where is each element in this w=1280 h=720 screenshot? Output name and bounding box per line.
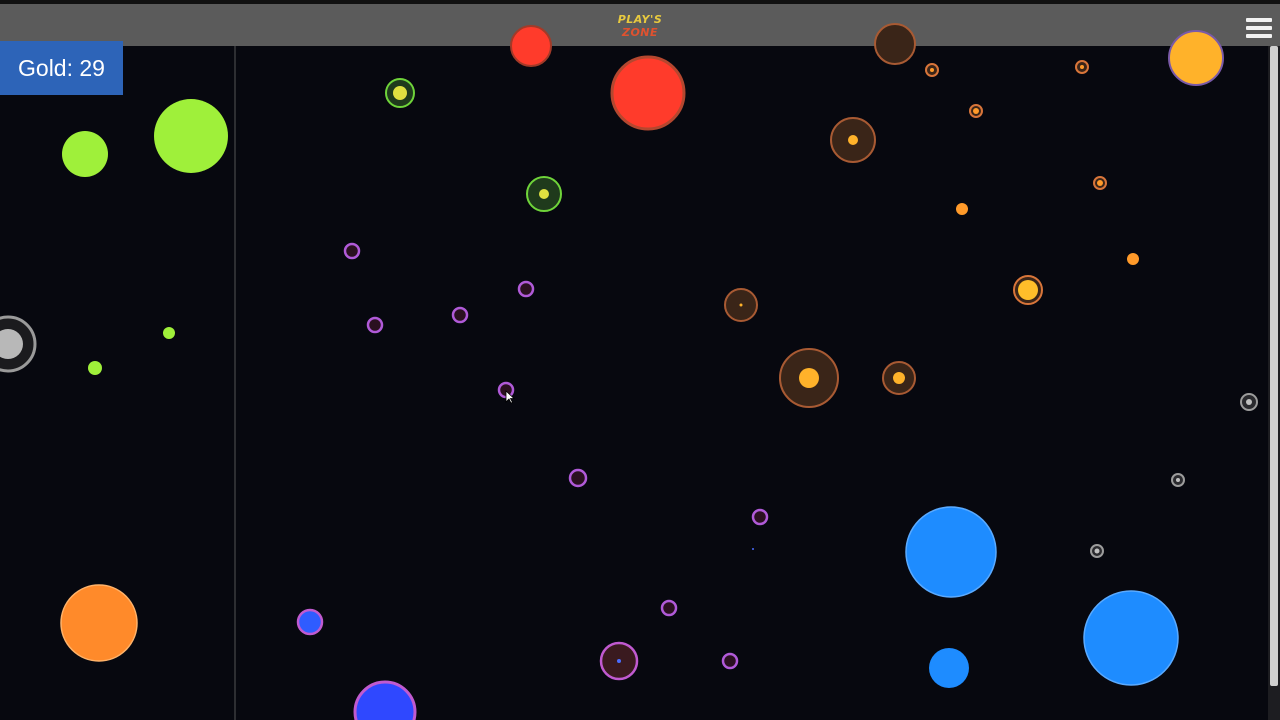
purple-ring-core <box>617 659 621 663</box>
red-cell <box>610 55 686 131</box>
purple-ring-food <box>660 599 678 617</box>
red-cell <box>510 25 552 67</box>
brown-ring-core <box>799 368 819 388</box>
green-food <box>88 361 102 375</box>
brown-ring-core <box>1018 280 1038 300</box>
brown-ring-cell <box>874 23 916 65</box>
brown-ring-core <box>893 372 905 384</box>
gray-food-dot <box>1176 478 1180 482</box>
blue-cell <box>1083 590 1179 686</box>
yellow-orange-cell <box>1168 30 1224 86</box>
green-ring-core <box>393 86 407 100</box>
blue-purple-cell <box>296 608 324 636</box>
purple-ring-food <box>343 242 361 260</box>
purple-ring-food <box>517 280 535 298</box>
orange-food <box>956 203 968 215</box>
green-food <box>163 327 175 339</box>
gray-food-dot <box>1246 399 1252 405</box>
purple-ring-food <box>366 316 384 334</box>
gold-counter: Gold: 29 <box>0 41 123 95</box>
green-cell <box>154 99 228 173</box>
purple-ring-food <box>721 652 739 670</box>
blue-purple-cell <box>353 680 417 720</box>
orange-cell <box>60 584 138 662</box>
orange-food-dot <box>1097 180 1103 186</box>
game-field[interactable] <box>0 0 1280 720</box>
blue-cell <box>929 648 969 688</box>
blue-cell <box>905 506 997 598</box>
scrollbar[interactable] <box>1268 46 1280 720</box>
purple-ring-food <box>451 306 469 324</box>
orange-food-dot <box>930 68 934 72</box>
orange-food-dot <box>973 108 979 114</box>
gray-food-dot <box>1094 548 1100 554</box>
mouse-pointer-icon <box>505 390 515 404</box>
brown-ring-core <box>739 303 743 307</box>
purple-ring-food <box>751 508 769 526</box>
green-cell <box>62 131 108 177</box>
orange-food <box>1127 253 1139 265</box>
orange-food-dot <box>1080 65 1084 69</box>
purple-ring-food <box>568 468 588 488</box>
blue-dot <box>752 548 754 550</box>
scrollbar-thumb[interactable] <box>1270 46 1278 686</box>
green-ring-core <box>539 189 549 199</box>
brown-ring-core <box>848 135 858 145</box>
